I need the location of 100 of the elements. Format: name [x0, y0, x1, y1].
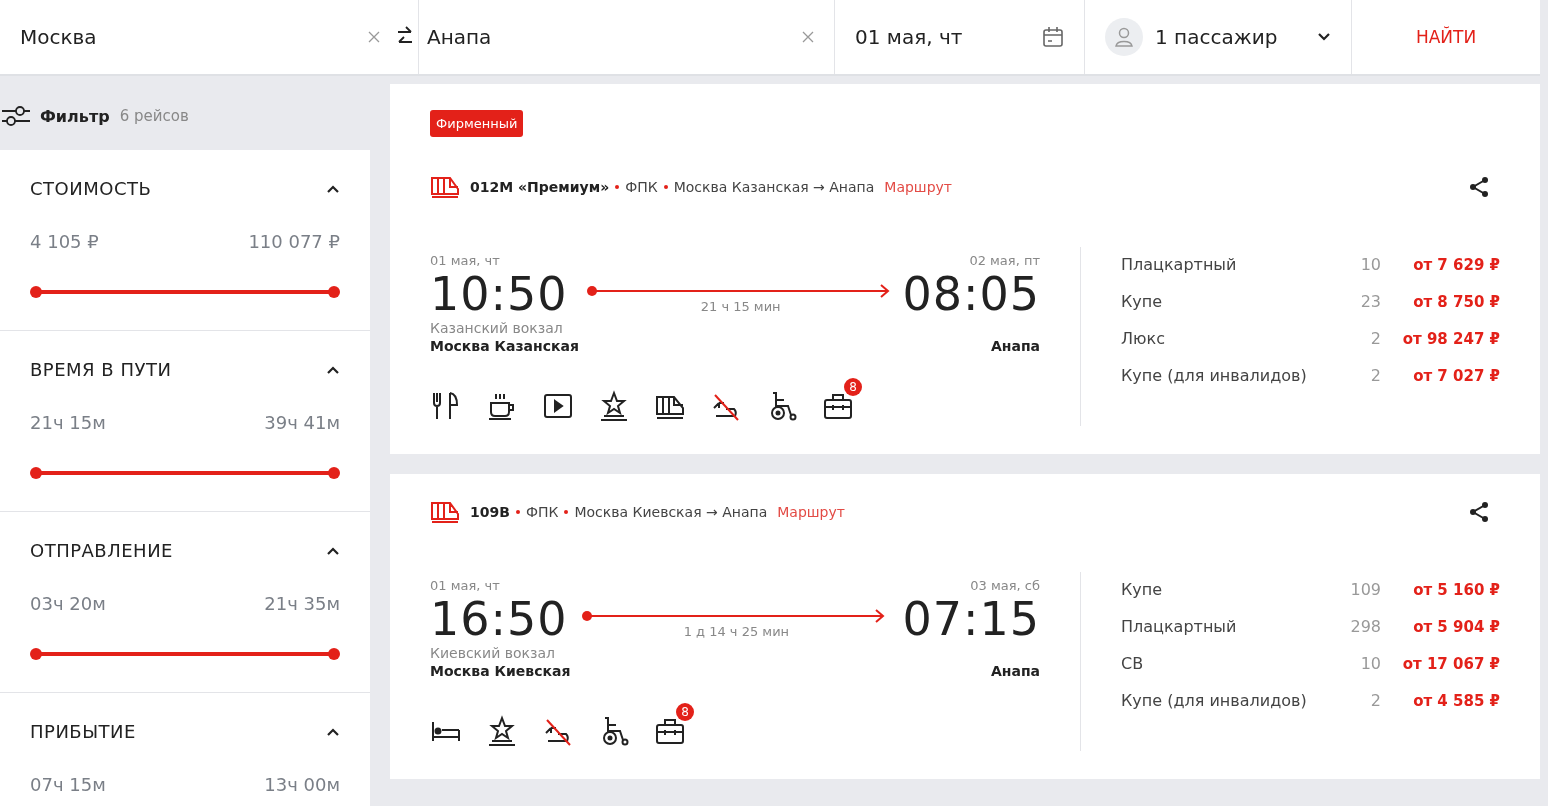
- fare-row[interactable]: СВ 10 от 17 067 ₽: [1121, 654, 1500, 673]
- from-field[interactable]: Москва: [0, 0, 400, 74]
- car-class: Купе: [1121, 292, 1164, 311]
- chevron-up-icon[interactable]: [326, 364, 340, 375]
- separator-dot: [564, 510, 569, 514]
- star-icon: [486, 715, 518, 747]
- arrival-time: 07:15: [902, 593, 1040, 645]
- departure-station: Казанский вокзал: [430, 320, 564, 338]
- car-class: Купе (для инвалидов): [1121, 691, 1308, 710]
- departure-city: Москва Киевская: [430, 663, 571, 679]
- seat-count: 298: [1349, 617, 1381, 636]
- car-class: Купе (для инвалидов): [1121, 366, 1308, 385]
- avatar-icon: [1105, 18, 1143, 56]
- slider-thumb[interactable]: [30, 648, 42, 660]
- range-max: 110 077 ₽: [248, 231, 340, 252]
- slider-thumb[interactable]: [30, 286, 42, 298]
- train-info: 109В: [470, 504, 510, 520]
- fare-row[interactable]: Купе 23 от 8 750 ₽: [1121, 292, 1500, 311]
- count-badge: 8: [676, 703, 694, 721]
- arrival-date: 03 мая, сб: [970, 578, 1040, 593]
- separator-dot: [615, 185, 620, 189]
- chevron-up-icon[interactable]: [326, 183, 340, 194]
- car-class: Плацкартный: [1121, 617, 1238, 636]
- train-icon: [430, 500, 460, 524]
- carrier-name: ФПК: [525, 504, 559, 520]
- seat-count: 2: [1369, 366, 1381, 385]
- separator-dot: [515, 510, 520, 514]
- journey-duration: 21 ч 15 мин: [700, 299, 781, 314]
- brand-badge: Фирменный: [430, 110, 524, 137]
- fare-row[interactable]: Купе (для инвалидов) 2 от 7 027 ₽: [1121, 366, 1500, 385]
- route-link[interactable]: Маршрут: [777, 504, 845, 520]
- section-title: ОТПРАВЛЕНИЕ: [30, 540, 173, 561]
- slider-thumb[interactable]: [328, 648, 340, 660]
- date-field[interactable]: 01 мая, чт: [835, 0, 1085, 74]
- chevron-up-icon[interactable]: [326, 545, 340, 556]
- clear-icon[interactable]: [368, 31, 380, 43]
- route-text: Москва Киевская → Анапа: [574, 504, 768, 520]
- result-count: 6 рейсов: [119, 107, 189, 125]
- fare-price: от 7 027 ₽: [1412, 366, 1500, 385]
- route-link[interactable]: Маршрут: [884, 179, 952, 195]
- section-title: ВРЕМЯ В ПУТИ: [30, 359, 172, 380]
- slider-thumb[interactable]: [328, 467, 340, 479]
- filter-title: Фильтр: [40, 106, 110, 126]
- train-icon: [430, 175, 460, 199]
- separator-dot: [663, 185, 668, 189]
- seat-count: 2: [1369, 329, 1381, 348]
- fare-row[interactable]: Люкс 2 от 98 247 ₽: [1121, 329, 1500, 348]
- filter-icon: [2, 104, 30, 128]
- seat-count: 10: [1359, 255, 1381, 274]
- seat-count: 10: [1359, 654, 1381, 673]
- departure-station: Киевский вокзал: [430, 645, 556, 663]
- range-max: 39ч 41м: [264, 412, 340, 433]
- section-title: ПРИБЫТИЕ: [30, 721, 136, 742]
- clear-icon[interactable]: [802, 31, 814, 43]
- departure-date: 01 мая, чт: [430, 253, 501, 268]
- count-badge: 8: [844, 378, 862, 396]
- calendar-icon: [1042, 26, 1064, 48]
- departure-city: Москва Казанская: [430, 338, 579, 354]
- fare-price: от 5 904 ₽: [1412, 617, 1500, 636]
- route-text: Москва Казанская → Анапа: [673, 179, 875, 195]
- share-icon[interactable]: [1468, 501, 1490, 523]
- share-icon[interactable]: [1468, 176, 1490, 198]
- fare-row[interactable]: Плацкартный 298 от 5 904 ₽: [1121, 617, 1500, 636]
- slider-thumb[interactable]: [30, 467, 42, 479]
- journey-duration: 1 д 14 ч 25 мин: [683, 624, 790, 639]
- arrival-date: 02 мая, пт: [969, 253, 1040, 268]
- chevron-down-icon: [1317, 32, 1331, 42]
- seat-count: 23: [1359, 292, 1381, 311]
- star-icon: [598, 390, 630, 422]
- seat-count: 109: [1349, 580, 1381, 599]
- departure-time: 16:50: [430, 593, 569, 645]
- fare-row[interactable]: Купе (для инвалидов) 2 от 4 585 ₽: [1121, 691, 1500, 710]
- fare-price: от 4 585 ₽: [1412, 691, 1500, 710]
- chevron-up-icon[interactable]: [326, 726, 340, 737]
- range-max: 21ч 35м: [264, 593, 340, 614]
- slider-thumb[interactable]: [328, 286, 340, 298]
- fare-price: от 17 067 ₽: [1401, 654, 1500, 673]
- arrival-time: 08:05: [902, 268, 1040, 320]
- fare-price: от 98 247 ₽: [1401, 329, 1500, 348]
- range-max: 13ч 00м: [264, 774, 340, 795]
- fare-row[interactable]: Купе 109 от 5 160 ₽: [1121, 580, 1500, 599]
- section-title: СТОИМОСТЬ: [30, 178, 152, 199]
- arrival-city: Анапа: [990, 663, 1040, 679]
- car-class: Люкс: [1121, 329, 1166, 348]
- range-min: 07ч 15м: [30, 774, 106, 795]
- to-field[interactable]: Анапа: [418, 0, 835, 74]
- seat-count: 2: [1369, 691, 1381, 710]
- passenger-select[interactable]: 1 пассажир: [1085, 0, 1352, 74]
- car-class: СВ: [1121, 654, 1145, 673]
- train-info: 012М «Премиум»: [470, 179, 610, 195]
- filter-header[interactable]: Фильтр 6 рейсов: [0, 82, 370, 150]
- car-class: Купе: [1121, 580, 1164, 599]
- fare-price: от 8 750 ₽: [1412, 292, 1500, 311]
- departure-time: 10:50: [430, 268, 569, 320]
- fare-price: от 5 160 ₽: [1412, 580, 1500, 599]
- arrival-city: Анапа: [990, 338, 1040, 354]
- carrier-name: ФПК: [625, 179, 658, 195]
- fare-row[interactable]: Плацкартный 10 от 7 629 ₽: [1121, 255, 1500, 274]
- fare-price: от 7 629 ₽: [1412, 255, 1500, 274]
- range-min: 21ч 15м: [30, 412, 106, 433]
